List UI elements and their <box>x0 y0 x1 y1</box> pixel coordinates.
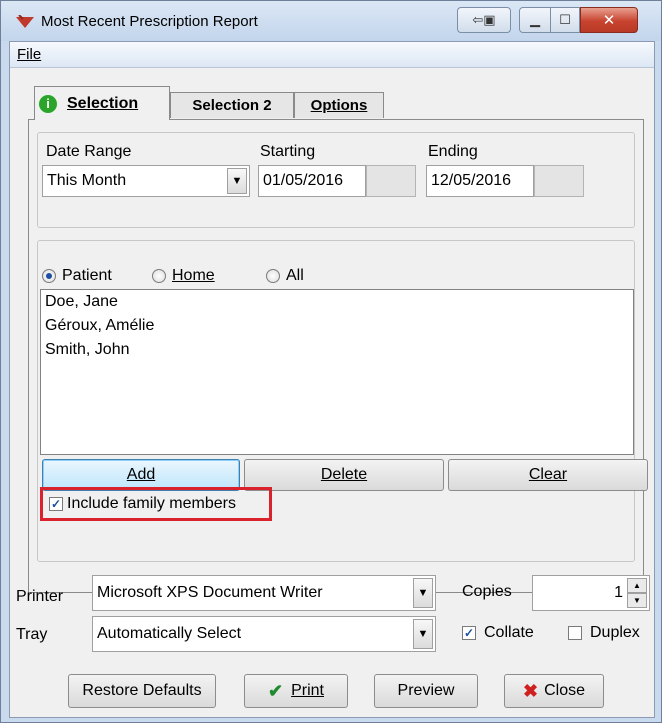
starting-date-picker-button[interactable] <box>366 165 416 197</box>
preview-label: Preview <box>397 682 455 699</box>
patient-list[interactable]: Doe, Jane Géroux, Amélie Smith, John <box>40 289 634 455</box>
app-logo-icon <box>16 15 34 28</box>
add-button-label: Add <box>126 466 156 483</box>
radio-patient[interactable]: Patient <box>42 267 112 285</box>
tab-selection-2[interactable]: Selection 2 <box>170 92 294 118</box>
clear-button-label: Clear <box>528 466 568 483</box>
info-icon: i <box>39 94 57 113</box>
clear-button[interactable]: Clear <box>448 459 648 491</box>
copies-label: Copies <box>462 583 512 600</box>
report-window: Most Recent Prescription Report ⇦▣ ▁ ☐ ✕… <box>0 0 662 723</box>
close-button[interactable]: ✖ Close <box>504 674 604 708</box>
tab-selection-2-label: Selection 2 <box>192 97 272 114</box>
printer-label: Printer <box>16 588 64 605</box>
list-item[interactable]: Géroux, Amélie <box>41 314 633 338</box>
radio-unselected-icon <box>266 269 280 283</box>
minimize-button[interactable]: ▁ <box>519 7 551 33</box>
starting-label: Starting <box>260 143 316 160</box>
collate-checkbox[interactable]: ✓ Collate <box>462 624 534 642</box>
radio-selected-icon <box>42 269 56 283</box>
printer-select[interactable]: Microsoft XPS Document Writer ▼ <box>92 575 436 611</box>
date-range-label: Date Range <box>46 143 132 160</box>
checkmark-icon: ✔ <box>268 680 284 701</box>
title-bar[interactable]: Most Recent Prescription Report ⇦▣ ▁ ☐ ✕ <box>1 1 661 41</box>
collate-label: Collate <box>484 624 534 641</box>
radio-unselected-icon <box>152 269 166 283</box>
restore-defaults-button[interactable]: Restore Defaults <box>68 674 216 708</box>
close-label: Close <box>544 682 585 699</box>
tray-label: Tray <box>16 626 48 643</box>
duplex-checkbox[interactable]: Duplex <box>568 624 640 642</box>
radio-home[interactable]: Home <box>152 267 215 285</box>
checkmark-icon: ✓ <box>49 497 63 511</box>
date-range-value: This Month <box>47 172 127 189</box>
include-family-label: Include family members <box>67 495 236 512</box>
print-button[interactable]: ✔ Print <box>244 674 348 708</box>
patient-selection-group: Patient Home All Doe, Jane Géroux, Améli… <box>37 240 648 562</box>
spin-up-icon[interactable]: ▲ <box>627 578 647 593</box>
ending-date-picker-button[interactable] <box>534 165 584 197</box>
close-window-button[interactable]: ✕ <box>580 7 638 33</box>
selection-tab-pane: Date Range This Month ▼ Starting 01/05/2… <box>28 119 648 593</box>
close-icon: ✖ <box>523 680 539 701</box>
chevron-down-icon[interactable]: ▼ <box>413 578 433 608</box>
list-item[interactable]: Doe, Jane <box>41 290 633 314</box>
duplex-label: Duplex <box>590 624 640 641</box>
radio-patient-label: Patient <box>62 267 112 284</box>
tray-select[interactable]: Automatically Select ▼ <box>92 616 436 652</box>
printer-value: Microsoft XPS Document Writer <box>97 584 323 601</box>
ending-date-value: 12/05/2016 <box>431 172 512 189</box>
list-item[interactable]: Smith, John <box>41 338 633 362</box>
delete-button-label: Delete <box>320 466 368 483</box>
ending-date-field[interactable]: 12/05/2016 <box>426 165 534 197</box>
menu-bar: File <box>10 42 654 68</box>
restore-defaults-label: Restore Defaults <box>82 682 202 699</box>
menu-file[interactable]: File <box>17 46 41 63</box>
copies-value: 1 <box>614 584 623 601</box>
maximize-button[interactable]: ☐ <box>550 7 580 33</box>
unchecked-box-icon <box>568 626 582 640</box>
chevron-down-icon[interactable]: ▼ <box>227 168 247 194</box>
checkmark-icon: ✓ <box>462 626 476 640</box>
spin-down-icon[interactable]: ▼ <box>627 593 647 608</box>
radio-home-label: Home <box>172 267 215 284</box>
chevron-down-icon[interactable]: ▼ <box>413 619 433 649</box>
tab-options-label: Options <box>310 97 368 114</box>
tray-value: Automatically Select <box>97 625 242 642</box>
preview-button[interactable]: Preview <box>374 674 478 708</box>
tab-options[interactable]: Options <box>294 92 384 118</box>
ending-label: Ending <box>428 143 478 160</box>
radio-all-label: All <box>286 267 304 284</box>
client-area: File i Selection Selection 2 Options Dat… <box>9 41 655 718</box>
delete-button[interactable]: Delete <box>244 459 444 491</box>
date-range-select[interactable]: This Month ▼ <box>42 165 250 197</box>
date-range-group: Date Range This Month ▼ Starting 01/05/2… <box>37 132 635 228</box>
tab-selection[interactable]: i Selection <box>34 86 170 120</box>
copies-stepper[interactable]: 1 ▲ ▼ <box>532 575 650 611</box>
radio-all[interactable]: All <box>266 267 304 285</box>
tab-selection-label: Selection <box>67 94 139 112</box>
starting-date-field[interactable]: 01/05/2016 <box>258 165 366 197</box>
starting-date-value: 01/05/2016 <box>263 172 344 189</box>
include-family-checkbox[interactable]: ✓ Include family members <box>40 487 272 521</box>
window-title: Most Recent Prescription Report <box>41 13 258 30</box>
snap-icon[interactable]: ⇦▣ <box>457 7 511 33</box>
print-label: Print <box>291 682 324 699</box>
